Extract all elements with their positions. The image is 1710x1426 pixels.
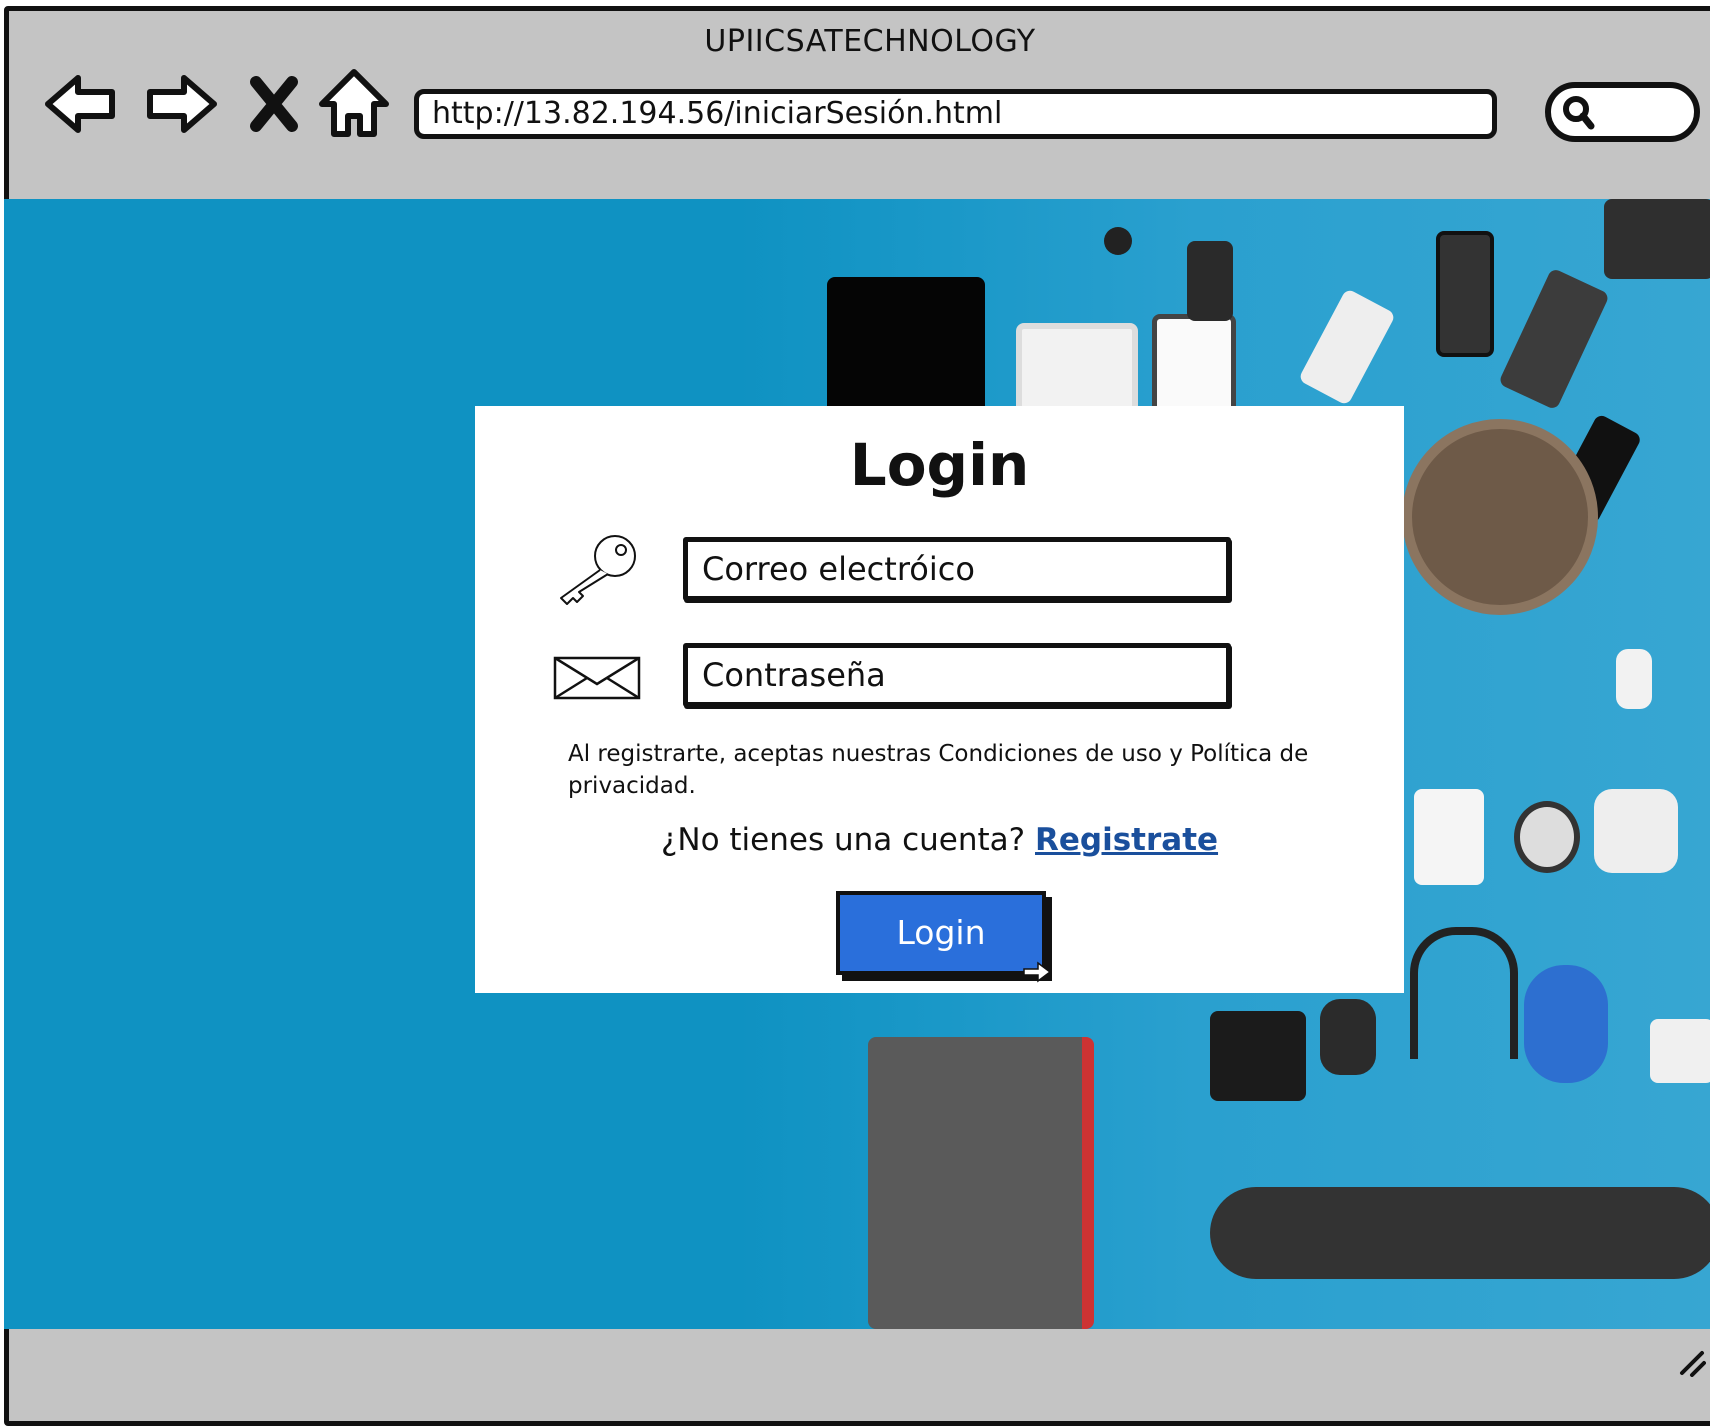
login-button[interactable]: Login (836, 891, 1052, 983)
login-title: Login (849, 431, 1030, 499)
remote-image (1187, 241, 1233, 321)
login-card: Login Correo electróico Contraseña Al re… (475, 406, 1404, 993)
phone-image (1297, 287, 1397, 407)
arrow-right-icon (147, 75, 217, 133)
url-bar[interactable]: http://13.82.194.56/iniciarSesión.html (414, 89, 1497, 139)
router-image (868, 1037, 1094, 1329)
no-account-text: ¿No tienes una cuenta? (660, 822, 1026, 858)
device-image (1104, 227, 1132, 255)
smart-lock-image (1414, 789, 1484, 885)
browser-search-box[interactable] (1545, 82, 1700, 142)
window-title: UPIICSATECHNOLOGY (704, 24, 1036, 59)
forward-button[interactable] (146, 68, 218, 140)
resize-handle-icon[interactable] (1672, 1343, 1706, 1377)
terms-text: Al registrarte, aceptas nuestras Condici… (568, 741, 1309, 799)
phone-image (1497, 267, 1611, 411)
password-field[interactable]: Contraseña (683, 643, 1231, 707)
device-image (1650, 1019, 1710, 1083)
phone-image (1436, 231, 1494, 357)
envelope-icon (553, 656, 641, 700)
search-icon (1563, 96, 1595, 130)
status-bar (4, 1329, 1710, 1385)
tablet-image (827, 277, 985, 417)
close-icon (250, 76, 298, 132)
camera-image (1210, 1011, 1306, 1101)
no-account-prompt: ¿No tienes una cuenta? Registrate (475, 822, 1404, 858)
register-link[interactable]: Registrate (1035, 822, 1218, 858)
arrow-left-icon (45, 75, 115, 133)
home-icon (319, 69, 389, 137)
smoke-detector-image (1594, 789, 1678, 873)
pointer-arrow-icon (1023, 961, 1052, 983)
bulb-image (1616, 649, 1652, 709)
key-icon (560, 535, 636, 605)
skateboard-image (1210, 1187, 1710, 1279)
webcam-image (1320, 999, 1376, 1075)
thermostat-image (1514, 801, 1580, 873)
email-field[interactable]: Correo electróico (683, 537, 1231, 601)
stop-button[interactable] (248, 68, 300, 140)
home-button[interactable] (318, 68, 390, 140)
back-button[interactable] (44, 68, 116, 140)
login-button-label: Login (896, 913, 986, 952)
headphones-image (1410, 927, 1518, 1059)
speaker-image (1524, 965, 1608, 1083)
keyboard-image (1604, 199, 1710, 279)
robot-vacuum-image (1402, 419, 1598, 615)
